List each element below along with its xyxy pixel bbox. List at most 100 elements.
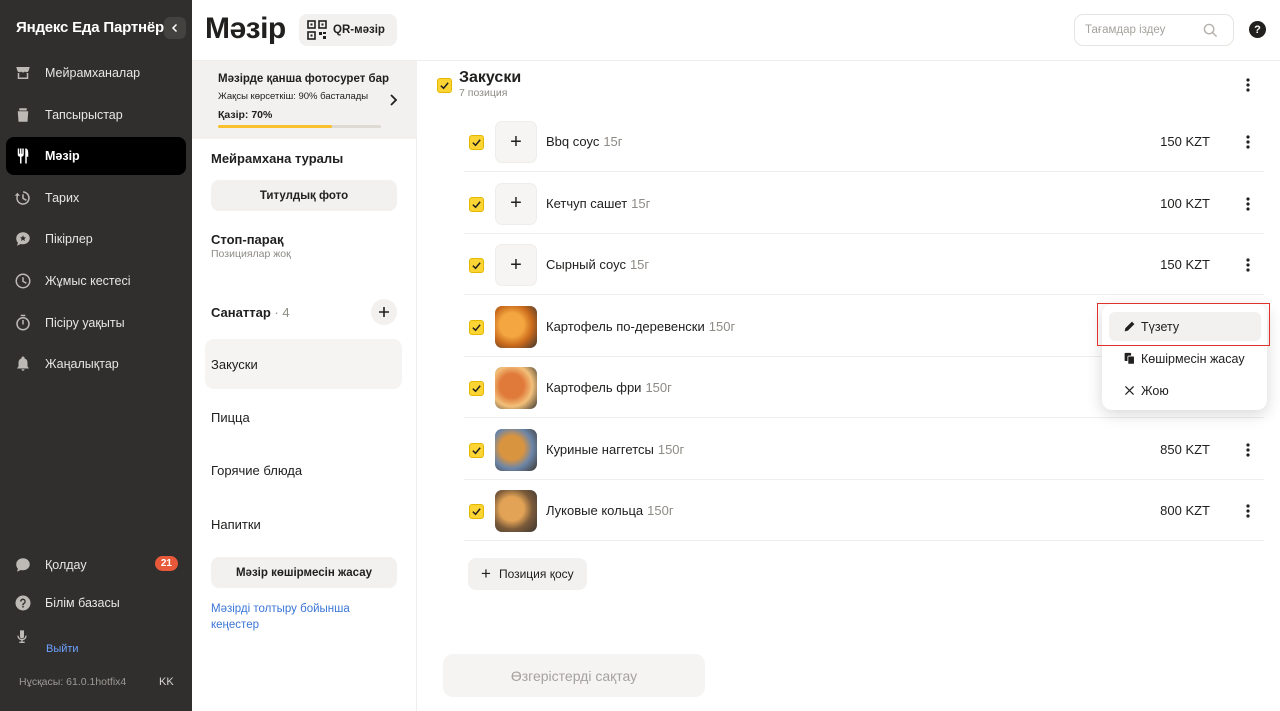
menu-item-row[interactable]: + Bbq соус 15г 150 KZT (464, 111, 1264, 172)
item-select-checkbox[interactable] (469, 319, 484, 335)
add-category-button[interactable] (371, 299, 397, 325)
item-photo[interactable] (495, 490, 537, 532)
item-weight: 150г (708, 318, 736, 334)
collapse-sidebar-button[interactable] (164, 17, 186, 39)
search-input[interactable] (1085, 24, 1203, 36)
item-price: 100 KZT (1160, 195, 1210, 211)
item-price: 800 KZT (1160, 503, 1210, 518)
check-icon (472, 385, 481, 393)
help-button[interactable]: ? (1249, 21, 1266, 38)
add-position-button[interactable]: + Позиция қосу (468, 558, 587, 590)
item-more-button[interactable] (1240, 134, 1256, 150)
sidebar-item-label: Білім базасы (45, 596, 120, 610)
dish-search[interactable] (1074, 14, 1234, 46)
sidebar-item-knowledge-base[interactable]: Білім базасы (6, 584, 186, 622)
menu-item-row[interactable]: Куриные наггетсы 150г 850 KZT (464, 419, 1264, 480)
close-icon (1125, 386, 1134, 395)
menu-copy-label: Көшірмесін жасау (1141, 351, 1245, 366)
clock-icon (14, 272, 32, 290)
more-vertical-icon (1246, 258, 1250, 272)
save-changes-button[interactable]: Өзгерістерді сақтау (443, 654, 705, 697)
sidebar-item-label: Пікірлер (45, 232, 93, 247)
photo-progress-bar (218, 125, 381, 128)
item-name: Кетчуп сашет 15г (546, 196, 650, 211)
group-select-checkbox[interactable] (437, 78, 452, 93)
copy-icon (1124, 352, 1135, 365)
sidebar-item-label: Тапсырыстар (45, 107, 123, 122)
support-count-badge: 21 (154, 556, 178, 571)
sidebar-item-schedule[interactable]: Жұмыс кестесі (6, 262, 186, 300)
category-item-pizza[interactable]: Пицца (205, 392, 402, 442)
search-icon (1203, 23, 1218, 37)
item-select-checkbox[interactable] (469, 258, 484, 273)
item-more-button[interactable] (1240, 442, 1256, 458)
sidebar-item-support[interactable]: Қолдау 21 (6, 546, 186, 584)
more-vertical-icon (1246, 78, 1250, 92)
sidebar-item-reviews[interactable]: Пікірлер (6, 220, 186, 258)
item-photo[interactable] (495, 428, 537, 471)
sidebar-item-label: Қолдау (45, 558, 87, 572)
qr-code-icon (307, 20, 327, 40)
category-item-hot-dishes[interactable]: Горячие блюда (205, 445, 402, 495)
item-more-button[interactable] (1240, 257, 1256, 273)
menu-copy[interactable]: Көшірмесін жасау (1109, 344, 1261, 373)
item-weight: 150г (657, 441, 685, 457)
item-select-checkbox[interactable] (469, 504, 484, 519)
plus-icon (379, 307, 389, 317)
sidebar-item-orders[interactable]: Тапсырыстар (6, 96, 186, 134)
menu-item-row[interactable]: + Сырный соус 15г 150 KZT (464, 234, 1264, 295)
menu-edit[interactable]: Түзету (1109, 312, 1261, 341)
item-select-checkbox[interactable] (469, 381, 484, 396)
fork-knife-icon (14, 147, 32, 165)
more-vertical-icon (1246, 442, 1250, 457)
sidebar-item-restaurants[interactable]: Мейрамханалар (6, 54, 186, 92)
bell-icon (14, 355, 32, 373)
chat-icon (14, 556, 32, 574)
category-item-zakuski[interactable]: Закуски (205, 339, 402, 389)
copy-menu-button[interactable]: Мәзір көшірмесін жасау (211, 557, 397, 588)
item-context-menu: Түзету Көшірмесін жасау Жою (1102, 304, 1267, 410)
qr-menu-button[interactable]: QR-мәзір (299, 14, 397, 46)
sidebar-item-cook-time[interactable]: Пісіру уақыты (6, 304, 186, 342)
menu-tips-link[interactable]: Мәзірді толтыру бойынша кеңестер (211, 601, 371, 633)
add-position-label: Позиция қосу (498, 567, 574, 581)
photo-card-title: Мәзірде қанша фотосурет бар (218, 73, 390, 85)
categories-label: Санаттар (211, 305, 271, 320)
item-select-checkbox[interactable] (469, 442, 484, 458)
item-photo[interactable] (495, 305, 537, 348)
item-photo[interactable]: + (495, 182, 537, 225)
sidebar-item-menu[interactable]: Мәзір (6, 137, 186, 176)
photo-stats-card[interactable]: Мәзірде қанша фотосурет бар Жақсы көрсет… (192, 61, 417, 139)
item-select-checkbox[interactable] (469, 196, 484, 212)
item-name: Bbq соус 15г (546, 134, 623, 149)
category-item-drinks[interactable]: Напитки (205, 499, 402, 549)
help-circle-icon (14, 594, 32, 612)
menu-delete[interactable]: Жою (1109, 376, 1261, 405)
more-vertical-icon (1246, 504, 1250, 518)
language-switch[interactable]: KK (159, 676, 174, 688)
logout-link[interactable]: Выйти (46, 643, 79, 655)
item-photo[interactable] (495, 367, 537, 409)
sidebar: Яндекс Еда Партнёры Мейрамханалар Тапсыр… (0, 0, 192, 711)
item-name-text: Bbq соус (546, 134, 600, 149)
group-subtitle: 7 позиция (459, 87, 508, 99)
item-more-button[interactable] (1240, 503, 1256, 519)
sidebar-item-history[interactable]: Тарих (6, 179, 186, 217)
sidebar-nav: Мейрамханалар Тапсырыстар Мәзір Тарих Пі… (6, 54, 186, 387)
item-name: Сырный соус 15г (546, 257, 649, 272)
item-more-button[interactable] (1240, 196, 1256, 212)
stop-list-title[interactable]: Стоп-парақ (211, 232, 283, 247)
item-photo[interactable]: + (495, 244, 537, 286)
check-icon (472, 508, 481, 516)
check-icon (472, 200, 481, 208)
sidebar-item-news[interactable]: Жаңалықтар (6, 345, 186, 383)
menu-item-row[interactable]: Луковые кольца 150г 800 KZT (464, 480, 1264, 541)
title-photo-button[interactable]: Титулдық фото (211, 180, 397, 211)
item-photo[interactable]: + (495, 121, 537, 163)
check-icon (472, 446, 481, 454)
item-select-checkbox[interactable] (469, 135, 484, 150)
item-weight: 15г (603, 134, 623, 149)
menu-item-row[interactable]: + Кетчуп сашет 15г 100 KZT (464, 173, 1264, 234)
group-more-button[interactable] (1240, 77, 1256, 93)
item-name-text: Луковые кольца (546, 503, 644, 518)
